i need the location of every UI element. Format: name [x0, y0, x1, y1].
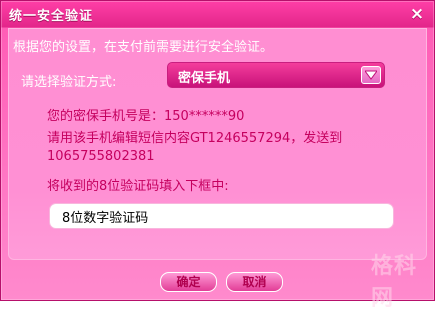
dialog-title: 统一安全验证: [9, 9, 94, 24]
method-label: 请选择验证方式:: [21, 75, 117, 90]
verification-code-input[interactable]: [49, 203, 394, 229]
input-instruction-text: 将收到的8位验证码填入下框中:: [47, 179, 229, 194]
dialog-body: 根据您的设置，在支付前需要进行安全验证。 请选择验证方式: 密保手机 您的密保手…: [8, 28, 427, 311]
security-dialog: 统一安全验证 × 根据您的设置，在支付前需要进行安全验证。 请选择验证方式: 密…: [0, 0, 435, 311]
sms-number-text: 1065755802381: [47, 149, 155, 164]
watermark: 格科网: [371, 254, 418, 311]
method-selected-value: 密保手机: [178, 71, 231, 86]
confirm-button[interactable]: 确定: [160, 272, 217, 292]
close-icon[interactable]: ×: [407, 4, 427, 24]
title-bar: 统一安全验证 ×: [1, 1, 434, 28]
phone-number-text: 您的密保手机号是：150******90: [47, 109, 245, 124]
sms-instruction-text: 请用该手机编辑短信内容GT1246557294，发送到: [47, 131, 343, 146]
description-text: 根据您的设置，在支付前需要进行安全验证。: [13, 40, 274, 55]
cancel-button[interactable]: 取消: [226, 272, 283, 292]
verification-method-select[interactable]: 密保手机: [167, 62, 385, 88]
chevron-down-icon[interactable]: [361, 66, 381, 84]
